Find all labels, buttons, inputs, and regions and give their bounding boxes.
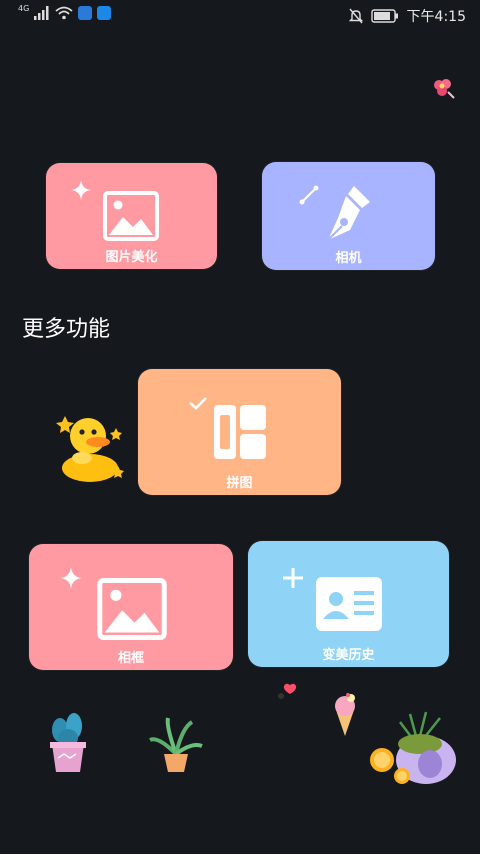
image-icon	[97, 578, 167, 640]
status-left: 4G	[18, 3, 112, 20]
id-card-icon	[316, 577, 382, 631]
status-bar: 4G 下午4:15	[0, 0, 480, 34]
camera-label: 相机	[335, 251, 362, 266]
heart-sticker	[278, 683, 297, 699]
frame-card[interactable]: 相框	[29, 544, 233, 670]
line-node-icon	[299, 185, 319, 205]
wifi-icon	[55, 6, 73, 20]
pot-oranges-sticker	[370, 711, 456, 784]
pen-nib-icon	[327, 186, 370, 241]
browser-app-icon	[97, 6, 112, 20]
sparkle-icon	[60, 567, 82, 589]
plus-icon	[283, 568, 303, 588]
section-title-more-features: 更多功能	[22, 317, 111, 342]
duck-sticker	[56, 416, 124, 482]
camera-card[interactable]: 相机	[262, 162, 435, 270]
history-label: 变美历史	[322, 648, 375, 663]
mute-icon	[348, 8, 363, 24]
network-type: 4G	[18, 3, 30, 13]
weather-app-icon	[78, 6, 93, 20]
clock: 下午4:15	[406, 9, 466, 25]
check-icon	[189, 397, 207, 410]
plant-pot-sticker	[149, 717, 203, 772]
photo-edit-card[interactable]: 图片美化	[46, 163, 217, 269]
grid-icon	[214, 405, 266, 459]
ice-cream-sticker	[335, 693, 355, 736]
collage-card[interactable]: 拼图	[138, 369, 341, 495]
sparkle-icon	[71, 180, 91, 200]
history-card[interactable]: 变美历史	[248, 541, 449, 667]
collage-label: 拼图	[226, 476, 253, 491]
flower-sticker	[434, 79, 455, 99]
cactus-pot-sticker	[50, 713, 86, 772]
signal-icon	[34, 6, 49, 20]
frame-label: 相框	[117, 651, 144, 666]
photo-edit-label: 图片美化	[105, 250, 158, 265]
battery-icon	[370, 9, 398, 23]
status-right: 下午4:15	[348, 6, 466, 26]
image-icon	[103, 191, 159, 241]
